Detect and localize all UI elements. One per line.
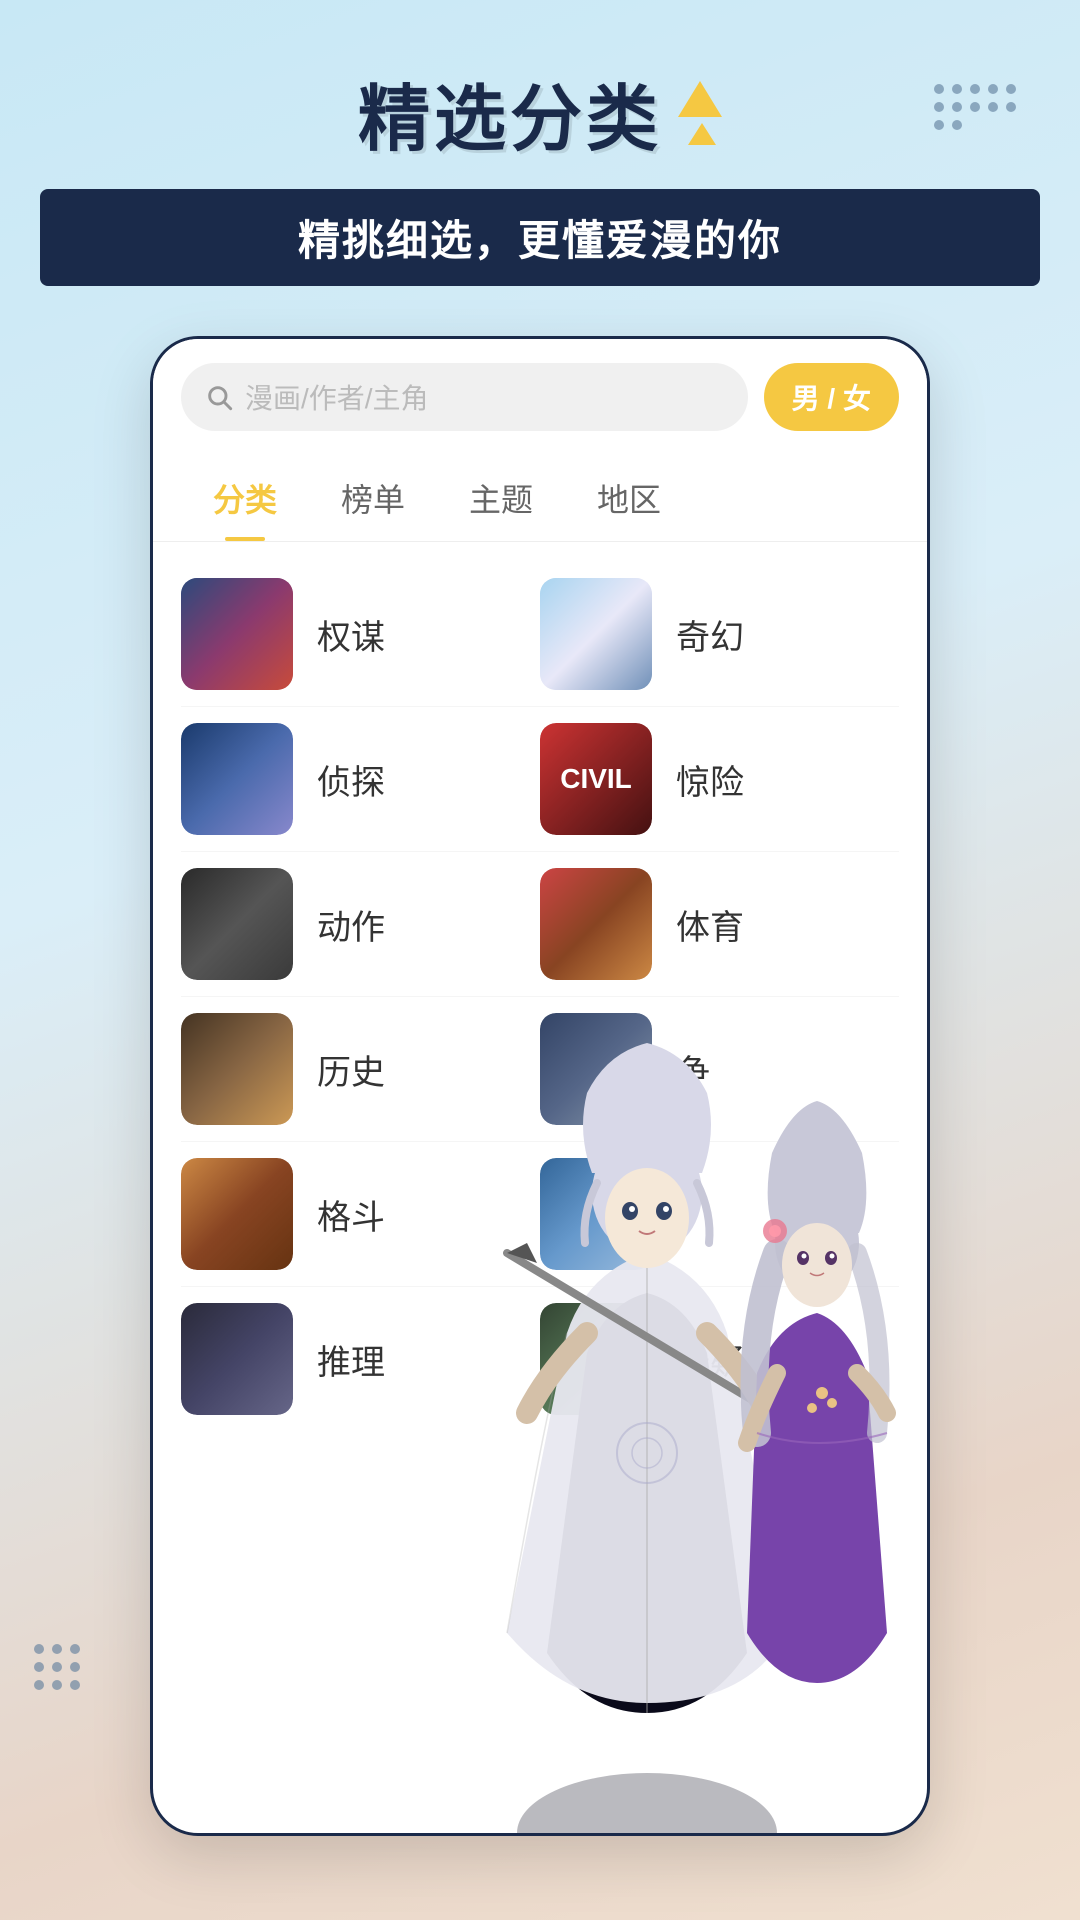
subtitle-text: 精挑细选，更懂爱漫的你 <box>298 207 782 268</box>
category-name-dongzuo: 动作 <box>317 900 385 949</box>
category-row-4: 历史 争 <box>153 997 927 1141</box>
category-item-zhanzheng[interactable]: 争 <box>540 1013 899 1125</box>
category-name-qihuan: 奇幻 <box>676 610 744 659</box>
category-item-dongzuo[interactable]: 动作 <box>181 868 540 980</box>
category-row-3: 动作 体育 <box>153 852 927 996</box>
category-name-quanmou: 权谋 <box>317 610 385 659</box>
decorative-dots-bottom <box>30 1640 110 1720</box>
search-bar: 漫画/作者/主角 男 / 女 <box>153 339 927 455</box>
category-thumb-zhanzheng <box>540 1013 652 1125</box>
decoration-arrows <box>678 81 722 145</box>
category-row-2: 侦探 CIVIL 惊险 <box>153 707 927 851</box>
category-thumb-zhentan <box>181 723 293 835</box>
tab-zhuti[interactable]: 主题 <box>437 455 565 541</box>
category-list: 权谋 奇幻 侦探 <box>153 542 927 1451</box>
category-thumb-jingxian: CIVIL <box>540 723 652 835</box>
category-item-zhentan[interactable]: 侦探 <box>181 723 540 835</box>
category-row-5: 格斗 篮球 <box>153 1142 927 1286</box>
category-name-jingxian: 惊险 <box>676 755 744 804</box>
category-row-1: 权谋 奇幻 <box>153 562 927 706</box>
category-item-jingxian[interactable]: CIVIL 惊险 <box>540 723 899 835</box>
category-thumb-gedou <box>181 1158 293 1270</box>
category-name-zhanzheng: 争 <box>676 1045 710 1094</box>
search-input-wrapper[interactable]: 漫画/作者/主角 <box>181 363 748 431</box>
category-name-tuili: 推理 <box>317 1335 385 1384</box>
category-name-sport: 体育 <box>676 900 744 949</box>
category-item-sport[interactable]: 体育 <box>540 868 899 980</box>
tab-diqu[interactable]: 地区 <box>565 455 693 541</box>
category-item-qihuan[interactable]: 奇幻 <box>540 578 899 690</box>
gender-toggle-label: 男 / 女 <box>792 377 871 417</box>
tab-navigation: 分类 榜单 主题 地区 <box>153 455 927 542</box>
category-row-6: 推理 悬疑 <box>153 1287 927 1431</box>
tab-bangdan[interactable]: 榜单 <box>309 455 437 541</box>
category-name-zhentan: 侦探 <box>317 755 385 804</box>
category-thumb-lishi <box>181 1013 293 1125</box>
search-placeholder: 漫画/作者/主角 <box>245 377 429 417</box>
category-thumb-qihuan <box>540 578 652 690</box>
subtitle-banner: 精挑细选，更懂爱漫的你 <box>40 189 1040 286</box>
category-item-lanqiu[interactable]: 篮球 <box>540 1158 899 1270</box>
category-name-lishi: 历史 <box>317 1045 385 1094</box>
search-icon <box>205 383 233 411</box>
category-thumb-dongzuo <box>181 868 293 980</box>
header-area: 精选分类 精挑细选，更懂爱漫的你 <box>0 0 1080 316</box>
category-thumb-sport <box>540 868 652 980</box>
category-thumb-yiyi <box>540 1303 652 1415</box>
category-name-gedou: 格斗 <box>317 1190 385 1239</box>
category-thumb-tuili <box>181 1303 293 1415</box>
category-item-gedou[interactable]: 格斗 <box>181 1158 540 1270</box>
category-thumb-quanmou <box>181 578 293 690</box>
category-item-tuili[interactable]: 推理 <box>181 1303 540 1415</box>
category-item-yiyi[interactable]: 悬疑 <box>540 1303 899 1415</box>
gender-toggle-button[interactable]: 男 / 女 <box>764 363 899 431</box>
category-item-quanmou[interactable]: 权谋 <box>181 578 540 690</box>
category-thumb-lanqiu <box>540 1158 652 1270</box>
tab-fenlei[interactable]: 分类 <box>181 455 309 541</box>
phone-mockup: 漫画/作者/主角 男 / 女 分类 榜单 主题 地区 <box>150 336 930 1836</box>
main-title: 精选分类 <box>358 60 662 165</box>
category-name-yiyi: 悬疑 <box>676 1335 744 1384</box>
category-item-lishi[interactable]: 历史 <box>181 1013 540 1125</box>
